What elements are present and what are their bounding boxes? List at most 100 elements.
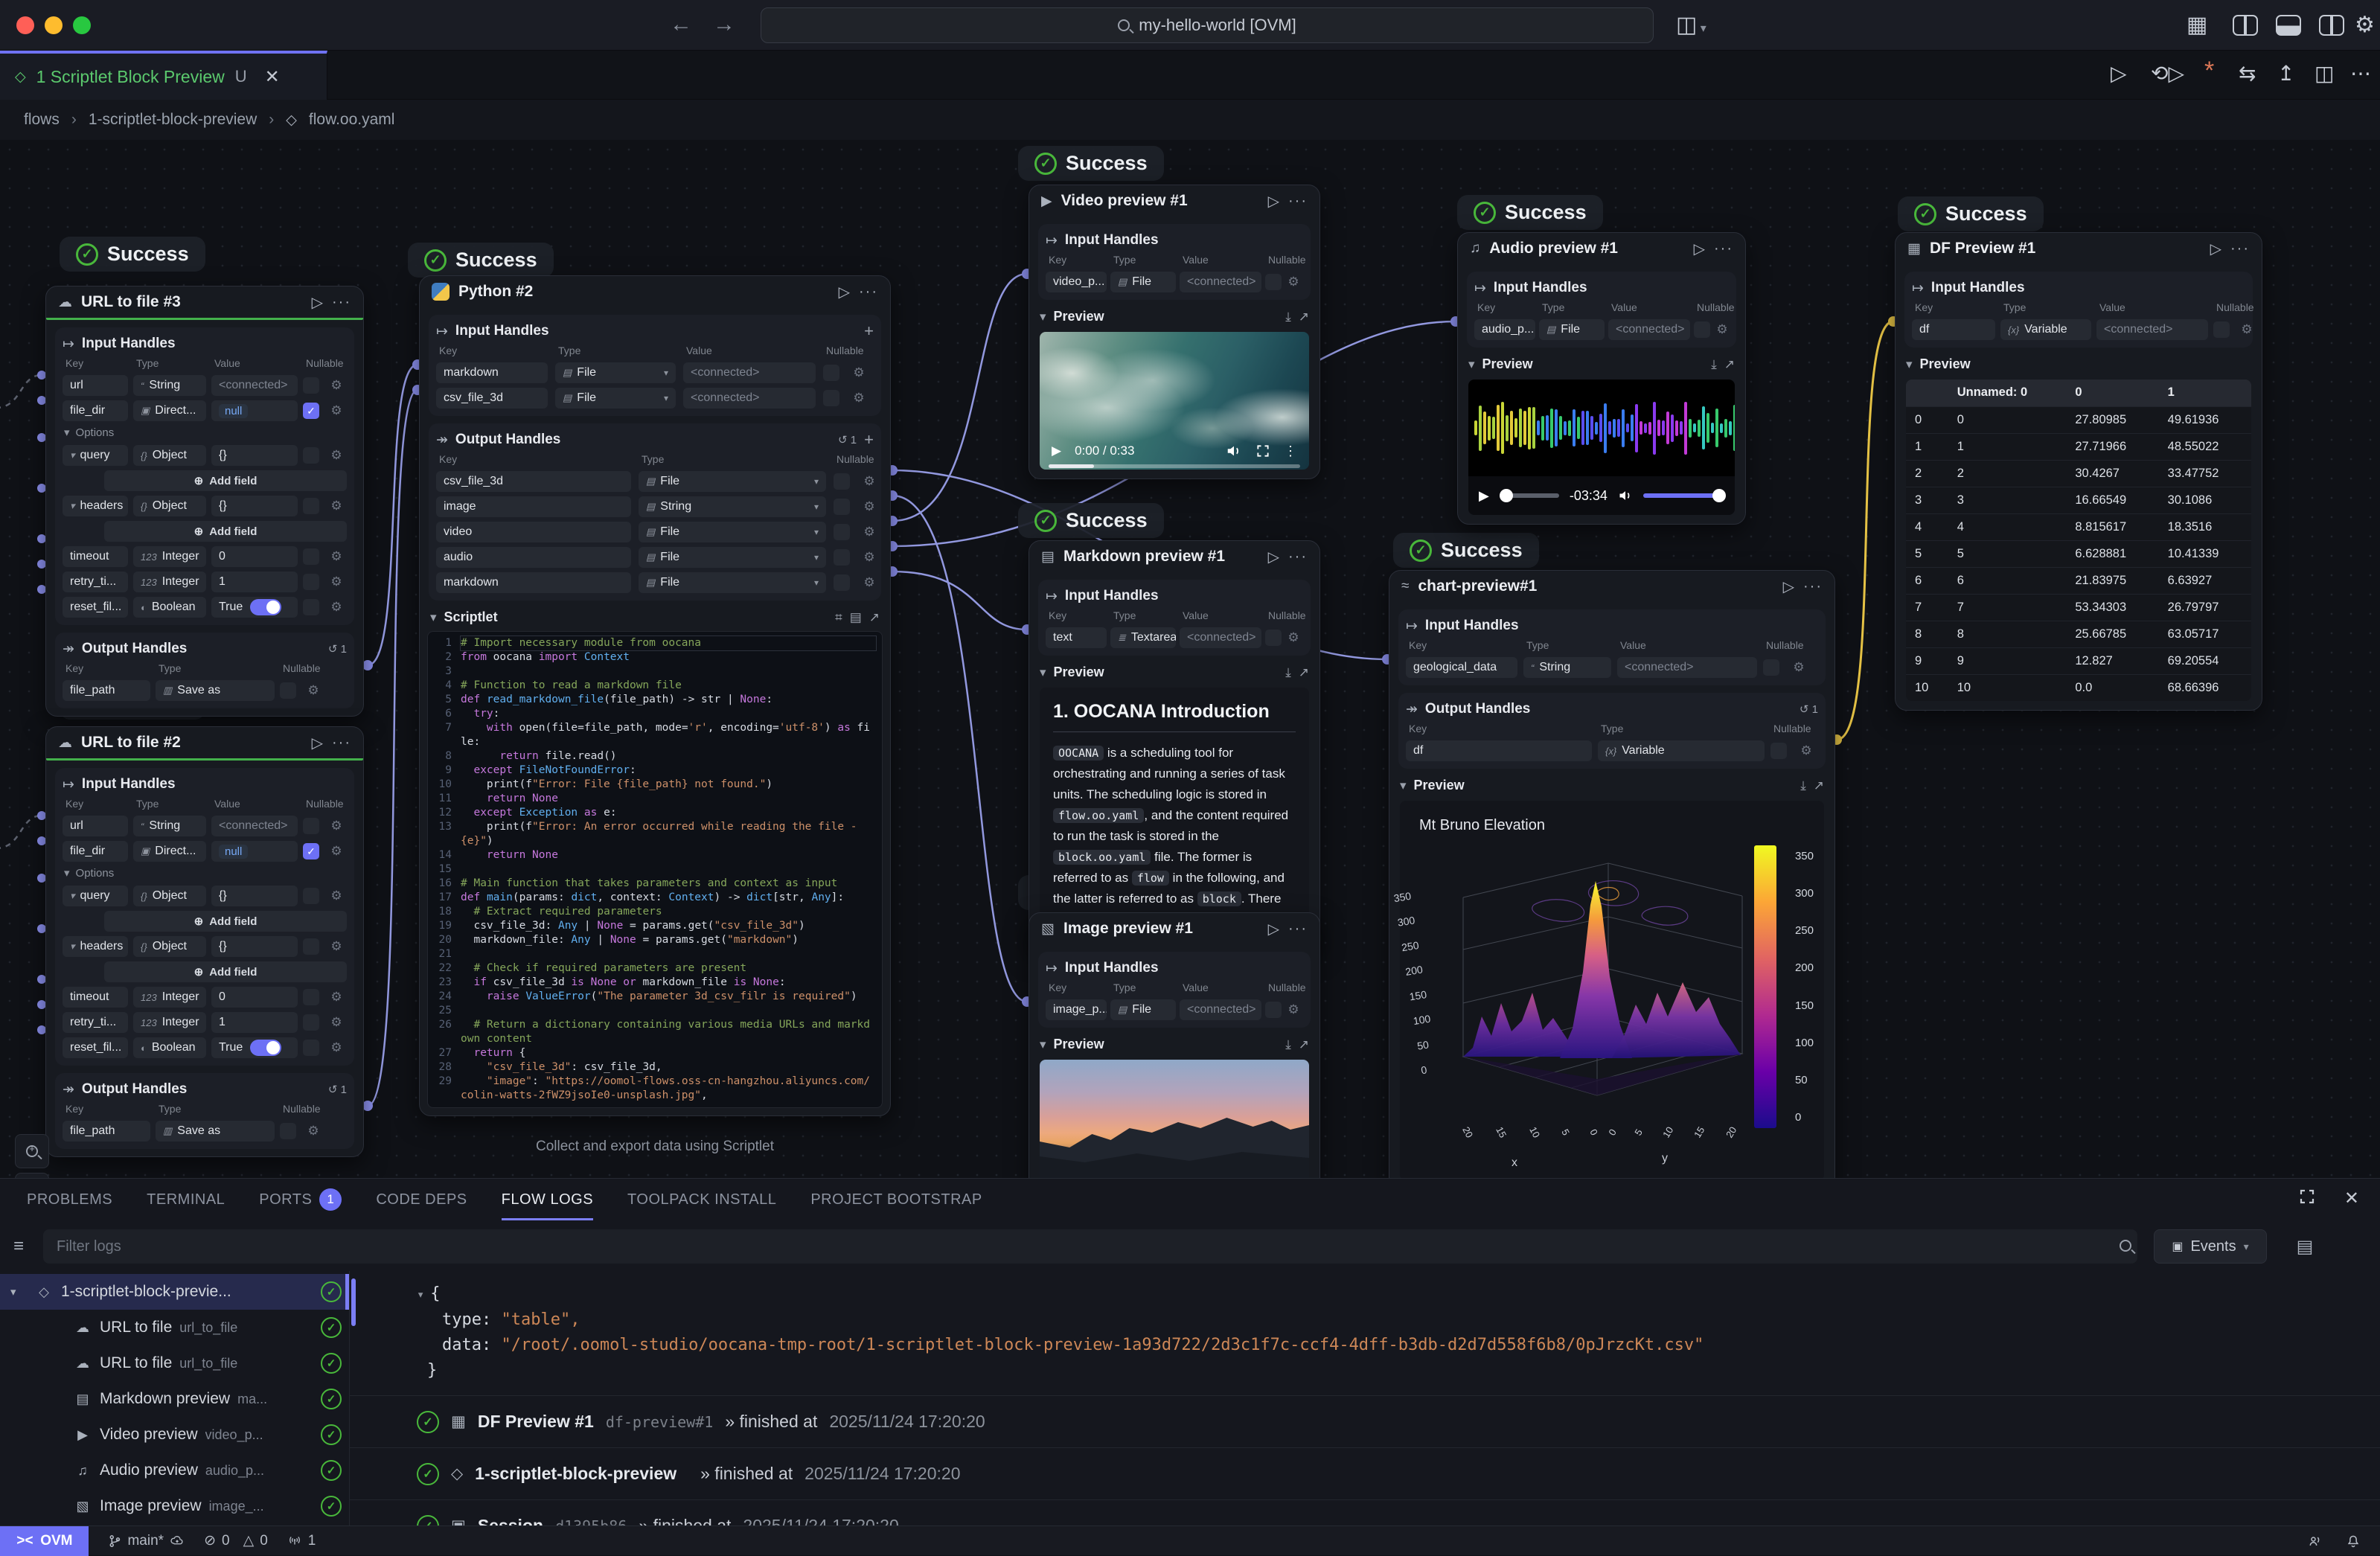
run-node-icon[interactable]: ▷ (1268, 548, 1279, 566)
split-editor-icon[interactable] (2233, 15, 2258, 36)
download-icon[interactable]: ⤓ (1285, 1037, 1291, 1052)
maximize-window-button[interactable] (73, 16, 91, 34)
node-header[interactable]: ▶ Video preview #1 ▷··· (1029, 185, 1319, 217)
tab-terminal[interactable]: TERMINAL (147, 1179, 225, 1220)
play-icon[interactable]: ▶ (1479, 488, 1489, 504)
more-actions-icon[interactable]: ⋯ (2350, 61, 2371, 86)
ai-assistant-icon[interactable]: * (2204, 57, 2214, 86)
maximize-panel-icon[interactable] (2298, 1188, 2316, 1206)
open-external-icon[interactable]: ↗ (1724, 357, 1735, 372)
table-row[interactable]: 9912.82769.20554 (1906, 647, 2251, 674)
tab-toolpack-install[interactable]: TOOLPACK INSTALL (627, 1179, 776, 1220)
nullable-checkbox[interactable]: ✓ (303, 403, 319, 419)
nullable-checkbox[interactable] (834, 524, 850, 540)
node-menu-icon[interactable]: ··· (332, 294, 351, 311)
kebab-menu-icon[interactable]: ⋮ (1284, 444, 1297, 459)
table-row[interactable]: 3316.6654930.1086 (1906, 487, 2251, 513)
gear-icon[interactable]: ⚙ (1797, 743, 1815, 758)
node-header[interactable]: ≈ chart-preview#1 ▷··· (1389, 571, 1834, 602)
nullable-checkbox[interactable] (280, 682, 296, 699)
nullable-checkbox[interactable] (834, 574, 850, 591)
tab-ports[interactable]: PORTS1 (259, 1179, 342, 1220)
gear-icon[interactable]: ⚙ (860, 550, 878, 565)
nullable-checkbox[interactable] (823, 390, 839, 406)
settings-gear-icon[interactable]: ⚙ (2355, 12, 2375, 38)
handle-row[interactable]: video▤File▾⚙ (436, 522, 874, 542)
back-icon[interactable]: ← (670, 12, 692, 37)
boolean-toggle[interactable] (250, 1040, 281, 1056)
nullable-checkbox[interactable] (823, 365, 839, 381)
handle-row[interactable]: df{x}Variable⚙ (1406, 740, 1818, 761)
nullable-checkbox[interactable] (303, 377, 319, 394)
image-thumbnail[interactable] (1040, 1060, 1309, 1178)
play-icon[interactable]: ▶ (1052, 444, 1061, 458)
table-row[interactable]: 2230.426733.47752 (1906, 460, 2251, 487)
node-header[interactable]: ▤ Markdown preview #1 ▷··· (1029, 541, 1319, 572)
handle-row[interactable]: video_p...▤File<connected>⚙ (1046, 272, 1303, 292)
handle-row[interactable]: image▤String▾⚙ (436, 496, 874, 517)
nullable-checkbox[interactable]: ✓ (303, 843, 319, 859)
collapse-arrow-icon[interactable]: ▾ (417, 1287, 424, 1302)
gear-icon[interactable]: ⚙ (304, 1124, 322, 1139)
close-panel-icon[interactable]: ✕ (2344, 1188, 2359, 1209)
table-row[interactable]: 556.62888110.41339 (1906, 540, 2251, 567)
open-log-file-icon[interactable]: ▤ (2288, 1229, 2322, 1264)
node-header[interactable]: ☁ URL to file #3 ▷ ··· (46, 286, 363, 318)
handle-row-file-dir[interactable]: file_dir▣Direct...null✓⚙ (63, 841, 347, 862)
handle-row-url[interactable]: url“String<connected>⚙ (63, 816, 347, 836)
handle-row-query[interactable]: ▾query{}Object{}⚙ (63, 886, 347, 906)
node-menu-icon[interactable]: ··· (332, 734, 351, 752)
handle-row-reset[interactable]: reset_fil...◐BooleanTrue⚙ (63, 597, 347, 618)
log-tree-item[interactable]: ♫ Audio preview audio_p... ✓ (0, 1453, 349, 1488)
log-entry[interactable]: ✓ ◇ 1-scriptlet-block-preview » finished… (417, 1448, 2380, 1499)
chevron-icon[interactable]: ▾ (10, 1285, 27, 1299)
handle-row-url[interactable]: url“String<connected>⚙ (63, 375, 347, 396)
nullable-checkbox[interactable] (303, 548, 319, 565)
node-audio-preview[interactable]: ♫ Audio preview #1 ▷··· ↦Input Handles K… (1457, 232, 1746, 525)
run-node-icon[interactable]: ▷ (839, 283, 850, 301)
nullable-checkbox[interactable] (834, 549, 850, 566)
node-df-preview[interactable]: ▦ DF Preview #1 ▷··· ↦Input Handles KeyT… (1895, 232, 2262, 711)
handle-row[interactable]: geological_data“String<connected>⚙ (1406, 657, 1818, 678)
gear-icon[interactable]: ⚙ (327, 1015, 345, 1030)
tab-project-bootstrap[interactable]: PROJECT BOOTSTRAP (810, 1179, 982, 1220)
node-menu-icon[interactable]: ··· (1288, 548, 1308, 566)
gear-icon[interactable]: ⚙ (327, 403, 345, 418)
gear-icon[interactable]: ⚙ (327, 939, 345, 954)
gear-icon[interactable]: ⚙ (327, 448, 345, 463)
download-icon[interactable]: ⤓ (1711, 357, 1717, 372)
handle-row-reset[interactable]: reset_fil...◐BooleanTrue⚙ (63, 1037, 347, 1058)
nullable-checkbox[interactable] (280, 1123, 296, 1139)
table-row[interactable]: 1127.7196648.55022 (1906, 433, 2251, 460)
gear-icon[interactable]: ⚙ (1285, 1002, 1302, 1017)
nullable-checkbox[interactable] (1694, 321, 1710, 338)
audio-player[interactable]: ▶ -03:34 (1468, 380, 1735, 515)
zoom-in-icon[interactable]: + (15, 1134, 49, 1168)
split-view-icon[interactable]: ◫ (2315, 61, 2334, 86)
nullable-checkbox[interactable] (1265, 1002, 1282, 1018)
add-field-button[interactable]: ⊕Add field (104, 470, 347, 491)
preview-header[interactable]: ▾Preview (1906, 356, 2251, 372)
table-row[interactable]: 448.81561718.3516 (1906, 513, 2251, 540)
node-url-to-file-3[interactable]: ☁ URL to file #3 ▷ ··· ↦Input Handles Ke… (45, 286, 364, 717)
gear-icon[interactable]: ⚙ (860, 525, 878, 540)
gear-icon[interactable]: ⚙ (327, 600, 345, 615)
node-header[interactable]: Python #2 ▷ ··· (420, 276, 890, 307)
broadcast-item[interactable]: 1 (287, 1533, 316, 1549)
nullable-checkbox[interactable] (834, 473, 850, 490)
add-handle-icon[interactable]: + (864, 430, 874, 449)
boolean-toggle[interactable] (250, 599, 281, 615)
log-tree-item[interactable]: ▾ ◇ 1-scriptlet-block-previe... ✓ (0, 1274, 349, 1310)
log-tree-item[interactable]: ▧ Image preview image_... ✓ (0, 1488, 349, 1524)
tab-scriptlet-block-preview[interactable]: ◇ 1 Scriptlet Block Preview U ✕ (0, 51, 327, 100)
handle-row-timeout[interactable]: timeout123Integer0⚙ (63, 546, 347, 567)
log-view[interactable]: ▾{ type: "table", data: "/root/.oomol-st… (350, 1271, 2380, 1526)
handle-row-retry[interactable]: retry_ti...123Integer1⚙ (63, 1012, 347, 1033)
gear-icon[interactable]: ⚙ (327, 1040, 345, 1055)
scrollbar-thumb[interactable] (351, 1278, 356, 1326)
zoom-out-icon[interactable]: − (15, 1173, 49, 1178)
run-node-icon[interactable]: ▷ (1268, 192, 1279, 211)
tab-flow-logs[interactable]: FLOW LOGS (502, 1179, 593, 1220)
table-row[interactable]: 10100.068.66396 (1906, 674, 2251, 701)
nullable-checkbox[interactable] (1763, 659, 1779, 676)
